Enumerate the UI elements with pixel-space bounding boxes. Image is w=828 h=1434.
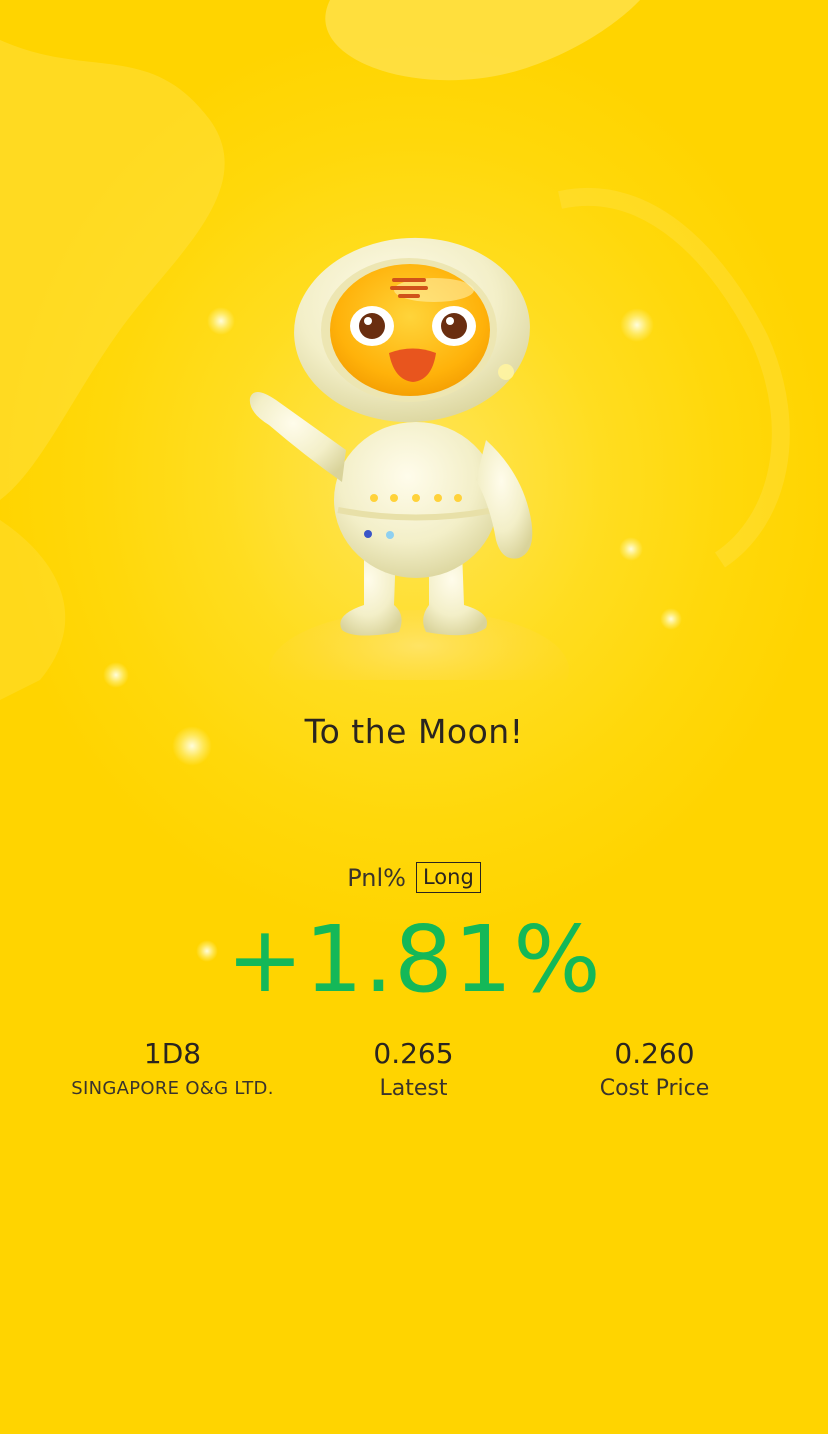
latest-price-value: 0.265 (373, 1037, 454, 1070)
stat-latest: 0.265 Latest (293, 1036, 534, 1106)
sparkle-decoration (103, 662, 129, 688)
cost-price-value: 0.260 (614, 1037, 695, 1070)
position-stats: 1D8 SINGAPORE O&G LTD. 0.265 Latest 0.26… (52, 1036, 776, 1106)
stat-symbol: 1D8 SINGAPORE O&G LTD. (52, 1036, 293, 1106)
stock-code: 1D8 (143, 1037, 202, 1070)
pnl-header: Pnl% Long (0, 862, 828, 893)
cost-price-label: Cost Price (599, 1076, 710, 1101)
stat-cost-price: 0.260 Cost Price (534, 1036, 775, 1106)
headline-text: To the Moon! (304, 712, 524, 751)
sparkle-decoration (620, 308, 654, 342)
pnl-label: Pnl% (347, 863, 406, 892)
sparkle-decoration (660, 608, 682, 630)
tiger-astronaut-illustration (249, 237, 569, 680)
pnl-percent-value: +1.81% (226, 906, 602, 1013)
position-direction-badge: Long (415, 862, 481, 893)
sparkle-decoration (619, 537, 643, 561)
stock-name: SINGAPORE O&G LTD. (71, 1078, 274, 1099)
latest-price-label: Latest (379, 1076, 448, 1101)
